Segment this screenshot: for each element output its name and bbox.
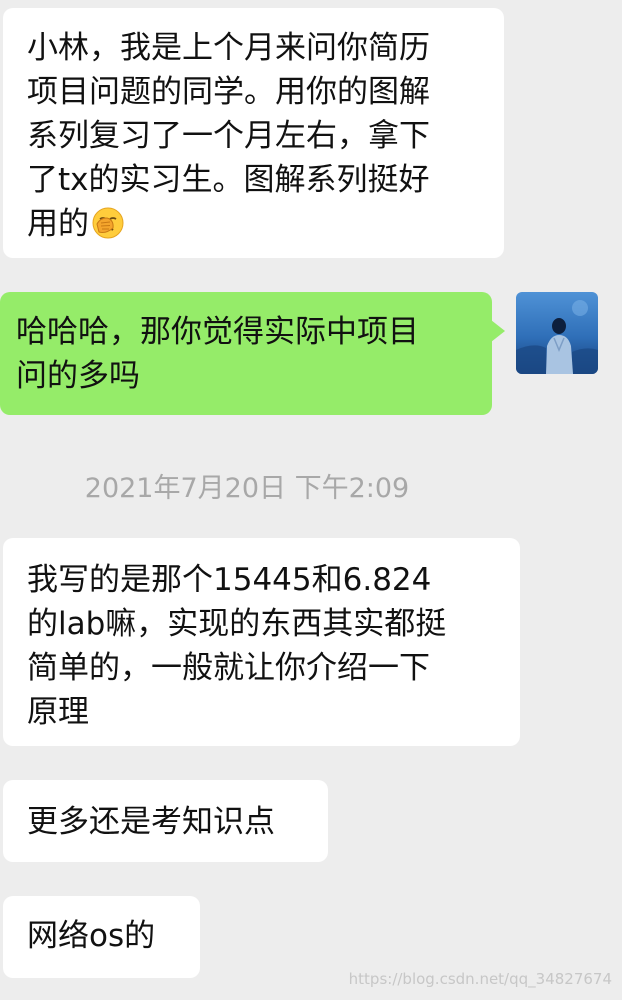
message-text: 更多还是考知识点 [27,804,275,840]
message-bubble-received[interactable]: 我写的是那个15445和6.824 的lab嘛，实现的东西其实都挺 简单的，一般… [3,538,520,746]
message-bubble-received[interactable]: 更多还是考知识点 [3,780,328,862]
message-bubble-sent[interactable]: 哈哈哈，那你觉得实际中项目 问的多吗 [0,292,505,415]
message-text: 小林，我是上个月来问你简历 项目问题的同学。用你的图解 系列复习了一个月左右，拿… [27,30,430,242]
face-palm-emoji-icon [91,206,125,240]
message-bubble-received[interactable]: 网络os的 [3,896,200,978]
user-avatar[interactable] [516,292,598,374]
message-text: 我写的是那个15445和6.824 的lab嘛，实现的东西其实都挺 简单的，一般… [27,562,447,730]
person-silhouette-avatar-icon [516,292,598,374]
message-text: 哈哈哈，那你觉得实际中项目 问的多吗 [16,314,419,394]
message-text: 网络os的 [27,918,156,954]
timestamp-divider: 2021年7月20日 下午2:09 [84,473,410,504]
watermark: https://blog.csdn.net/qq_34827674 [348,970,612,988]
message-bubble-received[interactable]: 小林，我是上个月来问你简历 项目问题的同学。用你的图解 系列复习了一个月左右，拿… [3,8,504,258]
